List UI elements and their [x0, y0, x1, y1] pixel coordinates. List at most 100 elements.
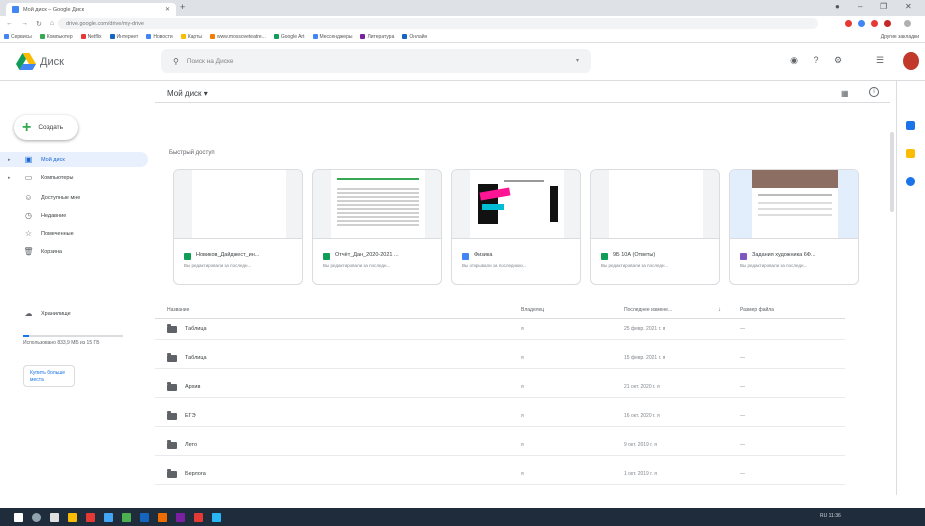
- extension-icon[interactable]: [884, 20, 891, 27]
- back-icon[interactable]: ←: [6, 20, 13, 27]
- table-row[interactable]: Берлога я 1 окт. 2019 г. я —: [155, 464, 845, 485]
- menu-dots-icon[interactable]: [904, 20, 911, 27]
- drive-icon: ▣: [24, 155, 33, 164]
- storage-label: Хранилище: [41, 310, 71, 317]
- offline-status-icon[interactable]: ◉: [788, 55, 800, 67]
- app-name[interactable]: Диск: [40, 56, 64, 68]
- bookmark-item[interactable]: Литература: [360, 34, 394, 40]
- sidebar-item-storage[interactable]: ☁ Хранилище: [0, 306, 148, 321]
- taskbar-app-icon[interactable]: [194, 512, 203, 522]
- new-tab-button[interactable]: +: [180, 2, 185, 12]
- system-tray[interactable]: RU 11:36: [820, 513, 841, 519]
- quick-access-card[interactable]: Отчёт_Дан_2020-2021 ... Вы редактировали …: [312, 169, 442, 285]
- col-modified-header[interactable]: Последнее измене...: [624, 307, 672, 313]
- table-row[interactable]: Таблица я 15 февр. 2021 г. я —: [155, 348, 845, 369]
- folder-icon: [167, 382, 177, 391]
- page-title[interactable]: Мой диск ▾: [167, 89, 208, 98]
- card-thumbnail: [452, 170, 580, 238]
- maximize-icon[interactable]: ❐: [880, 2, 887, 11]
- scrollbar[interactable]: [890, 132, 894, 212]
- sort-arrow-icon[interactable]: ↓: [718, 307, 721, 313]
- taskbar-app-icon[interactable]: [50, 512, 59, 522]
- row-modified: 9 окт. 2019 г. я: [624, 442, 657, 448]
- taskbar-app-icon[interactable]: [104, 512, 113, 522]
- window-close-icon[interactable]: ✕: [905, 2, 912, 11]
- table-row[interactable]: ЕГЭ я 16 окт. 2020 г. я —: [155, 406, 845, 427]
- bookmark-icon: [180, 34, 186, 39]
- os-taskbar: RU 11:36: [0, 508, 925, 526]
- table-row[interactable]: Мои документыя1 окт. 2019 г. я—: [155, 493, 845, 495]
- sidebar-item-people[interactable]: ☺ Доступные мне: [0, 190, 148, 205]
- taskbar-app-icon[interactable]: [122, 512, 131, 522]
- drive-logo-icon[interactable]: [16, 53, 36, 70]
- bookmark-item[interactable]: Карты: [180, 34, 202, 40]
- bookmark-item[interactable]: Новости: [146, 34, 173, 40]
- search-box[interactable]: ⚲ Поиск на Диске ▾: [161, 49, 591, 73]
- avatar[interactable]: [903, 52, 919, 70]
- bookmark-item[interactable]: Google Art: [273, 34, 305, 40]
- info-icon[interactable]: i: [869, 87, 879, 97]
- card-thumbnail: [313, 170, 441, 238]
- bookmark-item[interactable]: Интернет: [109, 34, 138, 40]
- table-row[interactable]: Лето я 9 окт. 2019 г. я —: [155, 435, 845, 456]
- expand-arrow-icon[interactable]: ▸: [8, 175, 11, 181]
- search-input[interactable]: Поиск на Диске: [187, 58, 234, 65]
- sidebar-item-label: Компьютеры: [41, 174, 74, 181]
- settings-gear-icon[interactable]: ⚙: [832, 55, 844, 67]
- create-button[interactable]: + Создать: [14, 115, 78, 140]
- sidebar-item-clock[interactable]: ◷ Недавние: [0, 208, 148, 223]
- search-options-icon[interactable]: ▾: [576, 57, 579, 64]
- buy-storage-button[interactable]: Купить больше места: [23, 365, 75, 387]
- sidebar-item-trash[interactable]: 🗑 Корзина: [0, 244, 148, 259]
- forward-icon[interactable]: →: [21, 20, 28, 27]
- address-bar[interactable]: drive.google.com/drive/my-drive: [58, 18, 818, 29]
- table-row[interactable]: Таблица я 25 февр. 2021 г. я —: [155, 319, 845, 340]
- taskbar-app-icon[interactable]: [158, 512, 167, 522]
- bookmark-item[interactable]: Сервисы: [4, 34, 32, 40]
- extension-icon[interactable]: [858, 20, 865, 27]
- bookmark-item[interactable]: Netflix: [80, 34, 102, 40]
- quick-access-card[interactable]: 9Б 10А (Ответы) Вы редактировали за после…: [590, 169, 720, 285]
- blank-preview: [609, 170, 703, 238]
- table-row[interactable]: Архив я 21 окт. 2020 г. я —: [155, 377, 845, 398]
- col-size-header[interactable]: Размер файла: [740, 307, 774, 313]
- bookmark-item[interactable]: Онлайн: [402, 34, 427, 40]
- sidebar-item-computer[interactable]: ▸ ▭ Компьютеры: [0, 170, 148, 185]
- extension-icon[interactable]: [845, 20, 852, 27]
- browser-tab[interactable]: Мой диск – Google Диск ✕: [6, 3, 176, 16]
- extension-icon[interactable]: [871, 20, 878, 27]
- quick-access-card[interactable]: Новиков_Дайджест_ин... Вы редактировали з…: [173, 169, 303, 285]
- expand-arrow-icon[interactable]: ▸: [8, 157, 11, 163]
- taskbar-app-icon[interactable]: [176, 512, 185, 522]
- taskbar-app-icon[interactable]: [140, 512, 149, 522]
- keep-icon[interactable]: [906, 149, 915, 158]
- sidebar-item-drive[interactable]: ▸ ▣ Мой диск: [0, 152, 148, 167]
- sidebar-item-star[interactable]: ☆ Помеченные: [0, 226, 148, 241]
- minimize-icon[interactable]: –: [858, 2, 862, 11]
- bookmark-item[interactable]: Компьютер: [39, 34, 73, 40]
- col-name-header[interactable]: Название: [167, 307, 189, 313]
- bookmark-item[interactable]: Мессенджеры: [312, 34, 352, 40]
- taskbar-app-icon[interactable]: [212, 512, 221, 522]
- quick-access-card[interactable]: Физика Вы открывали за последнюю...: [451, 169, 581, 285]
- bookmark-item[interactable]: www.mossoveteatre...: [209, 34, 266, 40]
- search-icon[interactable]: ⚲: [173, 57, 179, 66]
- taskbar-app-icon[interactable]: [86, 512, 95, 522]
- tasks-icon[interactable]: [906, 177, 915, 186]
- card-file-name: Задания художника 6Ф...: [752, 252, 816, 258]
- calendar-icon[interactable]: [906, 121, 915, 130]
- col-owner-header[interactable]: Владелец: [521, 307, 544, 313]
- start-icon[interactable]: [14, 512, 23, 522]
- home-icon[interactable]: ⌂: [50, 20, 54, 27]
- other-bookmarks[interactable]: Другие закладки: [881, 34, 919, 40]
- bookmark-icon: [312, 34, 318, 39]
- help-icon[interactable]: ?: [810, 55, 822, 67]
- taskbar-search-icon[interactable]: [32, 512, 41, 522]
- quick-access-card[interactable]: Задания художника 6Ф... Вы редактировали …: [729, 169, 859, 285]
- account-circle-icon[interactable]: ●: [835, 2, 840, 11]
- taskbar-app-icon[interactable]: [68, 512, 77, 522]
- tab-close-icon[interactable]: ✕: [165, 6, 170, 13]
- apps-grid-icon[interactable]: ☰: [874, 55, 886, 67]
- grid-view-icon[interactable]: ▦: [841, 89, 849, 98]
- reload-icon[interactable]: ↻: [36, 20, 42, 28]
